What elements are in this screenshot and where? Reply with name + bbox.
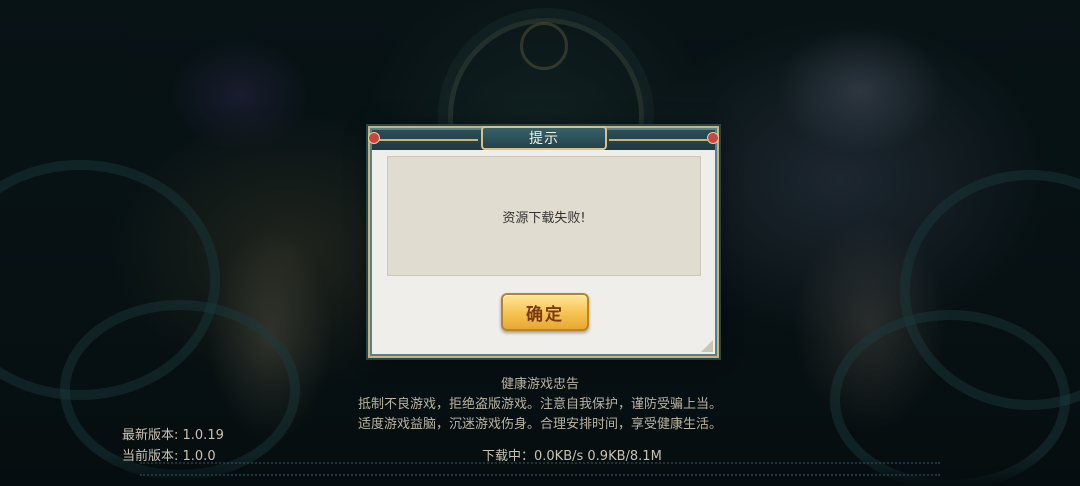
dialog-header: 提示: [368, 126, 719, 150]
health-notice-title: 健康游戏忠告: [500, 377, 579, 392]
page-corner-fold: [701, 340, 713, 352]
ornament-icon: [368, 132, 380, 144]
message-panel: 资源下载失败!: [387, 156, 701, 276]
health-notice-line-1: 抵制不良游戏，拒绝盗版游戏。注意自我保护，谨防受骗上当。: [357, 397, 722, 412]
current-version-label: 当前版本: 1.0.0: [122, 449, 216, 464]
confirm-button-label: 确定: [526, 304, 564, 325]
ornament-icon: [707, 132, 719, 144]
dialog-message: 资源下载失败!: [502, 210, 586, 226]
dialog-title: 提示: [529, 131, 559, 147]
alert-dialog: 提示 资源下载失败! 确定: [368, 126, 719, 356]
dialog-title-plate: 提示: [481, 126, 607, 150]
download-status: 下载中：0.0KB/s 0.9KB/8.1M: [482, 449, 662, 464]
latest-version-label: 最新版本: 1.0.19: [122, 428, 224, 443]
confirm-button[interactable]: 确定: [501, 293, 589, 331]
